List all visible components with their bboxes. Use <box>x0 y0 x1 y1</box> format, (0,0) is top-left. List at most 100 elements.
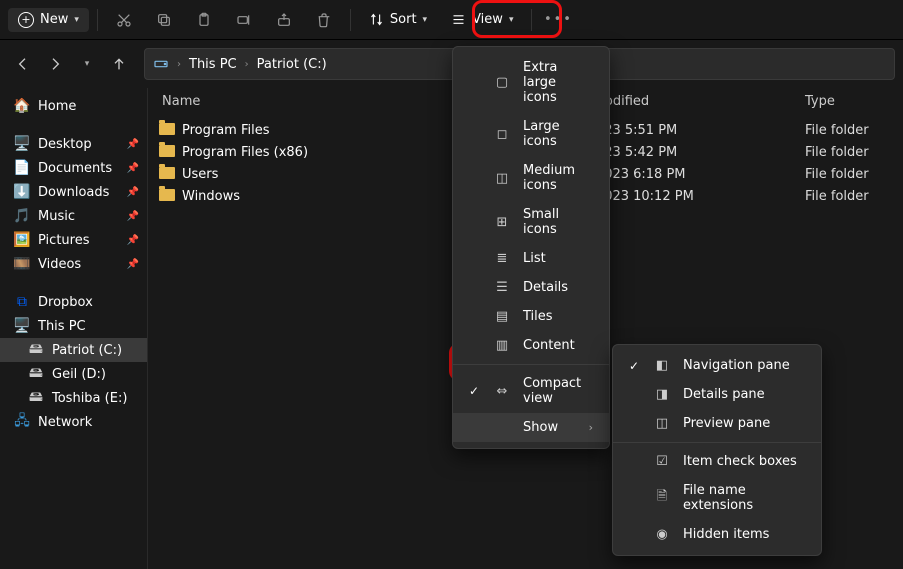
menu-item-list[interactable]: ≣ List <box>453 244 609 273</box>
menu-item-details[interactable]: ☰ Details <box>453 273 609 302</box>
menu-label: Small icons <box>523 207 593 237</box>
drive-icon: 🖴 <box>28 366 44 382</box>
separator <box>97 9 98 31</box>
new-label: New <box>40 12 68 27</box>
sidebar-item-label: Geil (D:) <box>52 367 106 382</box>
list-icon: ≣ <box>493 251 511 266</box>
back-button[interactable] <box>8 49 38 79</box>
dropbox-icon: ⧉ <box>14 294 30 310</box>
chevron-down-icon: ▾ <box>74 15 79 25</box>
sidebar-item-label: Desktop <box>38 137 92 152</box>
menu-label: Show <box>523 420 577 435</box>
compact-icon: ⇔ <box>493 384 511 399</box>
sidebar-item-dropbox[interactable]: ⧉ Dropbox <box>0 290 147 314</box>
col-type[interactable]: Type <box>805 94 895 109</box>
sidebar-item-label: Patriot (C:) <box>52 343 122 358</box>
menu-item-show[interactable]: Show › <box>453 413 609 442</box>
pc-icon: 🖥️ <box>14 318 30 334</box>
recent-button[interactable]: ▾ <box>72 49 102 79</box>
sidebar-item-documents[interactable]: 📄 Documents 📌 <box>0 156 147 180</box>
menu-label: Details <box>523 280 593 295</box>
sidebar-item-pictures[interactable]: 🖼️ Pictures 📌 <box>0 228 147 252</box>
menu-item-check-boxes[interactable]: ☑ Item check boxes <box>613 447 821 476</box>
check-icon: ✓ <box>467 384 481 398</box>
pin-icon: 📌 <box>127 211 139 222</box>
more-icon[interactable]: ••• <box>540 5 576 35</box>
rename-icon[interactable] <box>226 5 262 35</box>
crumb-thispc[interactable]: This PC <box>189 57 237 72</box>
sidebar-item-videos[interactable]: 🎞️ Videos 📌 <box>0 252 147 276</box>
cut-icon[interactable] <box>106 5 142 35</box>
documents-icon: 📄 <box>14 160 30 176</box>
extra-large-icons-icon: ▢ <box>493 75 511 90</box>
new-button[interactable]: + New ▾ <box>8 8 89 32</box>
menu-item-medium-icons[interactable]: ◫ Medium icons <box>453 156 609 200</box>
sidebar-item-drive-d[interactable]: 🖴 Geil (D:) <box>0 362 147 386</box>
view-menu: ▢ Extra large icons ◻ Large icons ◫ Medi… <box>452 46 610 449</box>
share-icon[interactable] <box>266 5 302 35</box>
chevron-right-icon: › <box>245 59 249 70</box>
forward-button[interactable] <box>40 49 70 79</box>
sidebar-item-network[interactable]: 🖧 Network <box>0 410 147 434</box>
menu-label: Hidden items <box>683 527 805 542</box>
sidebar-item-label: Pictures <box>38 233 89 248</box>
sidebar-item-downloads[interactable]: ⬇️ Downloads 📌 <box>0 180 147 204</box>
menu-item-details-pane[interactable]: ◨ Details pane <box>613 380 821 409</box>
menu-label: Compact view <box>523 376 593 406</box>
pin-icon: 📌 <box>127 139 139 150</box>
drive-icon <box>153 56 169 72</box>
menu-item-large-icons[interactable]: ◻ Large icons <box>453 112 609 156</box>
folder-icon <box>156 187 178 205</box>
menu-item-tiles[interactable]: ▤ Tiles <box>453 302 609 331</box>
menu-item-file-extensions[interactable]: 🗎 File name extensions <box>613 476 821 520</box>
menu-item-compact[interactable]: ✓ ⇔ Compact view <box>453 369 609 413</box>
menu-separator <box>453 364 609 365</box>
small-icons-icon: ⊞ <box>493 215 511 230</box>
sidebar-item-label: Music <box>38 209 75 224</box>
sort-button[interactable]: Sort ▾ <box>359 8 437 31</box>
chevron-right-icon: › <box>589 421 593 434</box>
sidebar-item-label: Dropbox <box>38 295 93 310</box>
sidebar-item-label: Downloads <box>38 185 109 200</box>
separator <box>350 9 351 31</box>
menu-label: Navigation pane <box>683 358 805 373</box>
sidebar-item-label: This PC <box>38 319 86 334</box>
desktop-icon: 🖥️ <box>14 136 30 152</box>
sidebar-item-label: Videos <box>38 257 81 272</box>
chevron-right-icon: › <box>177 59 181 70</box>
menu-label: Medium icons <box>523 163 593 193</box>
checkbox-icon: ☑ <box>653 454 671 469</box>
file-type: File folder <box>805 123 895 138</box>
sidebar-item-label: Network <box>38 415 92 430</box>
sidebar: 🏠 Home 🖥️ Desktop 📌 📄 Documents 📌 ⬇️ Dow… <box>0 88 148 569</box>
sidebar-item-drive-c[interactable]: 🖴 Patriot (C:) <box>0 338 147 362</box>
show-submenu: ✓ ◧ Navigation pane ◨ Details pane ◫ Pre… <box>612 344 822 556</box>
menu-item-hidden-items[interactable]: ◉ Hidden items <box>613 520 821 549</box>
navigation-pane-icon: ◧ <box>653 358 671 373</box>
sidebar-item-music[interactable]: 🎵 Music 📌 <box>0 204 147 228</box>
details-icon: ☰ <box>493 280 511 295</box>
up-button[interactable] <box>104 49 134 79</box>
menu-item-small-icons[interactable]: ⊞ Small icons <box>453 200 609 244</box>
menu-item-preview-pane[interactable]: ◫ Preview pane <box>613 409 821 438</box>
pictures-icon: 🖼️ <box>14 232 30 248</box>
sidebar-item-desktop[interactable]: 🖥️ Desktop 📌 <box>0 132 147 156</box>
menu-item-navigation-pane[interactable]: ✓ ◧ Navigation pane <box>613 351 821 380</box>
sidebar-item-thispc[interactable]: 🖥️ This PC <box>0 314 147 338</box>
menu-label: File name extensions <box>683 483 805 513</box>
delete-icon[interactable] <box>306 5 342 35</box>
view-button[interactable]: View ▾ <box>441 8 523 31</box>
sort-label: Sort <box>390 12 417 27</box>
sidebar-item-home[interactable]: 🏠 Home <box>0 94 147 118</box>
crumb-drive[interactable]: Patriot (C:) <box>257 57 327 72</box>
file-type: File folder <box>805 145 895 160</box>
menu-item-content[interactable]: ▥ Content <box>453 331 609 360</box>
copy-icon[interactable] <box>146 5 182 35</box>
menu-label: Preview pane <box>683 416 805 431</box>
network-icon: 🖧 <box>14 414 30 430</box>
paste-icon[interactable] <box>186 5 222 35</box>
music-icon: 🎵 <box>14 208 30 224</box>
sidebar-item-drive-e[interactable]: 🖴 Toshiba (E:) <box>0 386 147 410</box>
menu-item-extra-large-icons[interactable]: ▢ Extra large icons <box>453 53 609 112</box>
toolbar: + New ▾ Sort ▾ View ▾ ••• <box>0 0 903 40</box>
